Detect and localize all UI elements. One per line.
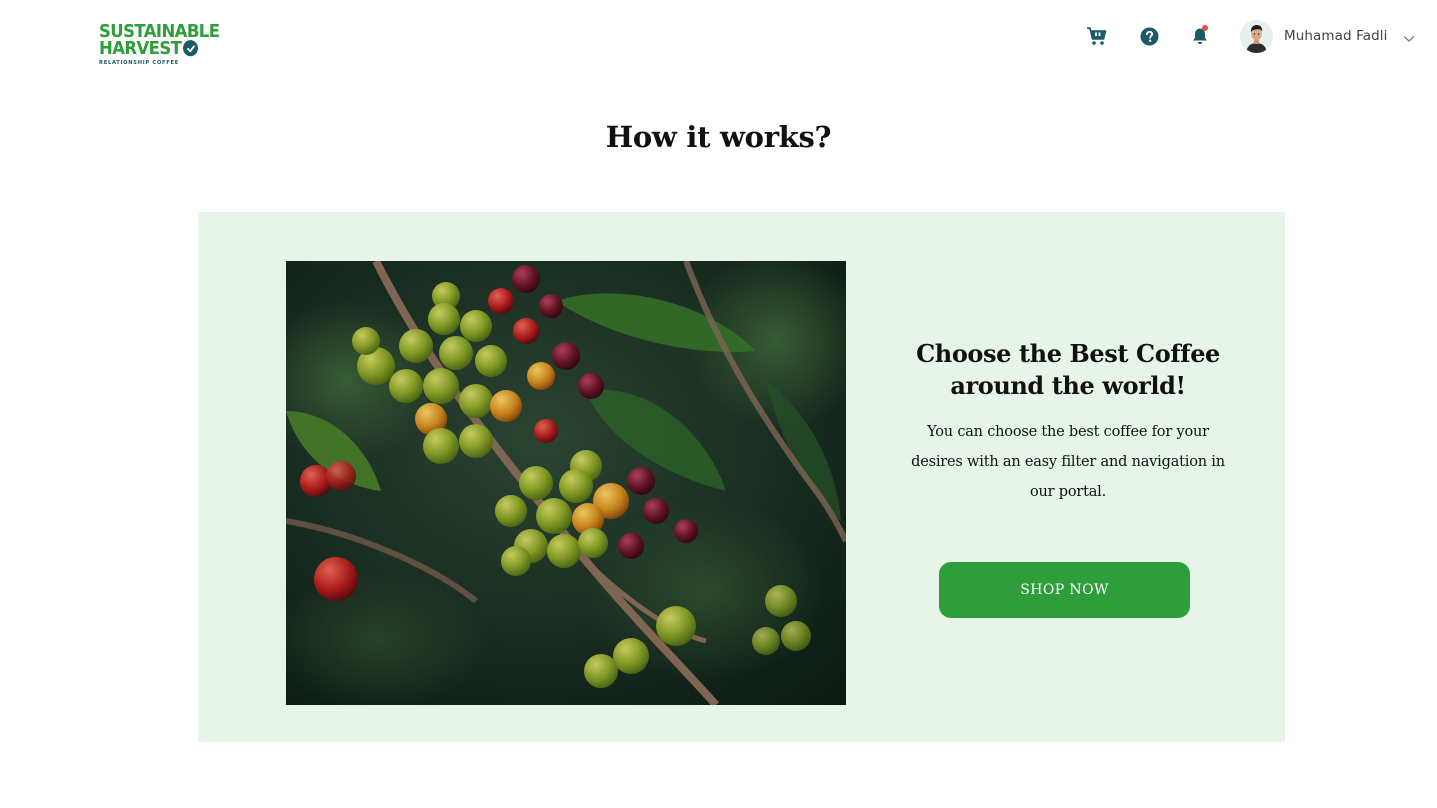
chevron-down-icon[interactable] — [1403, 28, 1415, 47]
logo-line-2: HARVEST — [99, 37, 182, 59]
shop-now-button[interactable]: SHOP NOW — [939, 562, 1190, 618]
card-description: You can choose the best coffee for your … — [911, 424, 1225, 500]
card-title: Choose the Best Coffee around the world! — [916, 339, 1220, 400]
help-icon[interactable] — [1138, 25, 1160, 47]
section-title: How it works? — [605, 120, 832, 154]
user-menu[interactable]: Muhamad Fadli — [1240, 19, 1415, 53]
avatar — [1240, 19, 1273, 53]
coffee-cherries-image — [286, 261, 846, 705]
how-it-works-card: Choose the Best Coffee around the world!… — [198, 212, 1285, 742]
logo-check-icon — [183, 40, 199, 57]
cart-icon[interactable] — [1086, 25, 1108, 47]
logo-tagline: RELATIONSHIP COFFEE — [99, 60, 179, 66]
bell-icon[interactable] — [1189, 25, 1211, 47]
brand-logo[interactable]: SUSTAINABLE HARVEST RELATIONSHIP COFFEE — [99, 22, 220, 66]
user-name: Muhamad Fadli — [1284, 28, 1388, 44]
notification-dot — [1202, 25, 1208, 31]
